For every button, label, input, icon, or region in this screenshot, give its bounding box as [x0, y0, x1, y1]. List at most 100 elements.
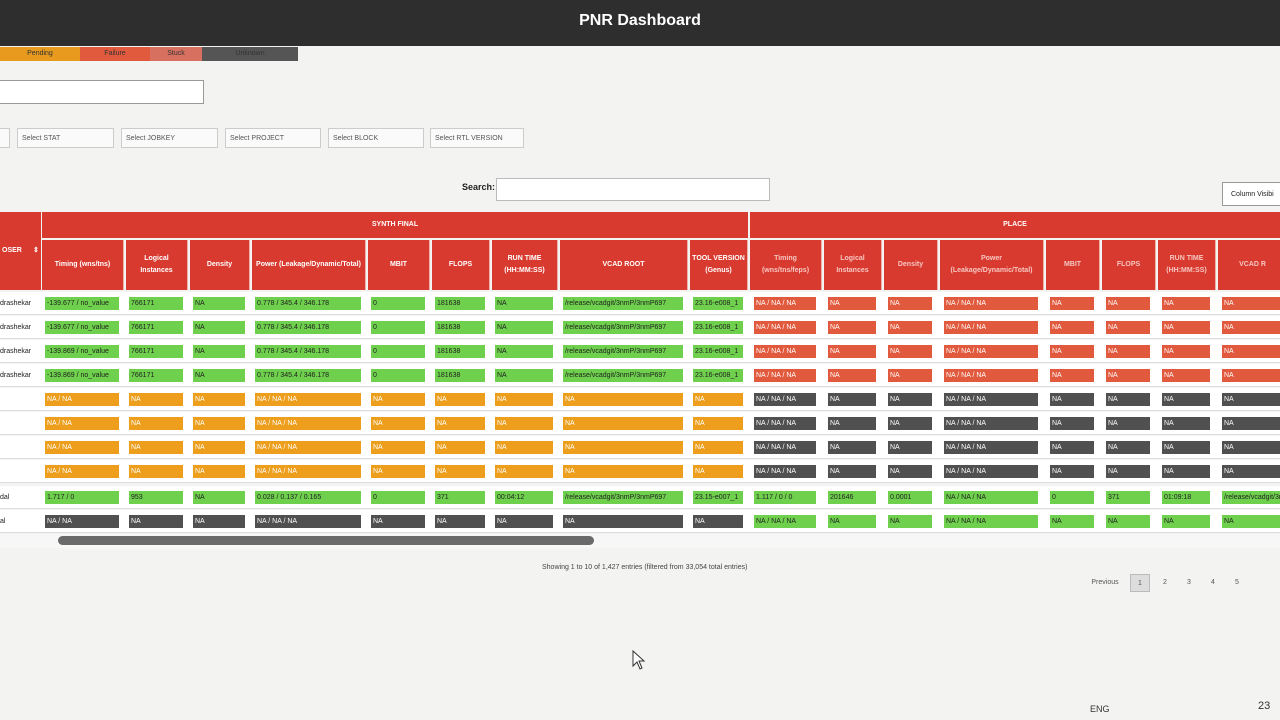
legend-pending: Pending — [0, 47, 80, 61]
place-cell: NA — [1222, 417, 1280, 430]
place-cell: NA / NA / NA — [754, 515, 816, 528]
synth-cell: /release/vcadgit/3nmP/3nmP697 — [563, 491, 683, 504]
place-cell: NA — [828, 369, 876, 382]
synth-cell: NA — [371, 393, 425, 406]
place-cell: NA — [1050, 321, 1094, 334]
user-cell: drashekar — [0, 372, 32, 379]
select-jobkey-dropdown[interactable]: Select JOBKEY — [121, 128, 218, 148]
place-cell: NA — [1106, 369, 1150, 382]
place-cell: NA — [1222, 441, 1280, 454]
synth-cell: NA — [693, 465, 743, 478]
synth-cell: NA / NA / NA — [255, 393, 361, 406]
synth-cell: NA — [495, 441, 553, 454]
synth-cell: NA — [193, 369, 245, 382]
select-rtl-version-dropdown[interactable]: Select RTL VERSION — [430, 128, 524, 148]
synth-cell: NA — [495, 369, 553, 382]
place-col-header-8[interactable]: VCAD R — [1218, 240, 1280, 290]
synth-cell: NA — [495, 345, 553, 358]
synth-cell: 1.717 / 0 — [45, 491, 119, 504]
search-input[interactable] — [496, 178, 770, 201]
place-cell: NA / NA / NA — [754, 321, 816, 334]
place-col-header-2[interactable]: Logical Instances — [824, 240, 882, 290]
place-col-header-1[interactable]: Timing (wns/tns/feps) — [750, 240, 822, 290]
place-col-header-7[interactable]: RUN TIME (HH:MM:SS) — [1158, 240, 1216, 290]
place-cell: NA / NA / NA — [754, 393, 816, 406]
place-cell: /release/vcadgit/3n — [1222, 491, 1280, 504]
synth-cell: NA / NA — [45, 441, 119, 454]
place-cell: NA — [1050, 345, 1094, 358]
synth-cell: NA / NA — [45, 417, 119, 430]
synth-cell: NA — [435, 441, 485, 454]
scrollbar-thumb[interactable] — [58, 536, 594, 545]
synth-col-header-9[interactable]: TOOL VERSION (Genus) — [690, 240, 748, 290]
synth-col-header-6[interactable]: FLOPS — [432, 240, 490, 290]
column-visibility-button[interactable]: Column Visibi — [1222, 182, 1280, 206]
place-cell: NA / NA / NA — [944, 417, 1038, 430]
synth-cell: NA — [435, 393, 485, 406]
synth-cell: NA — [193, 515, 245, 528]
place-cell: 01:09:18 — [1162, 491, 1210, 504]
place-col-header-3[interactable]: Density — [884, 240, 938, 290]
place-cell: NA / NA / NA — [754, 369, 816, 382]
filter-text-input[interactable] — [0, 80, 204, 104]
synth-cell: NA — [435, 417, 485, 430]
place-cell: NA — [888, 345, 932, 358]
place-cell: NA — [888, 321, 932, 334]
place-cell: NA — [1162, 465, 1210, 478]
place-col-header-6[interactable]: FLOPS — [1102, 240, 1156, 290]
filter-dropdown-partial[interactable] — [0, 128, 10, 148]
user-cell: al — [0, 518, 6, 525]
pagination-page-4[interactable]: 4 — [1204, 574, 1222, 592]
place-col-header-4[interactable]: Power (Leakage/Dynamic/Total) — [940, 240, 1044, 290]
place-cell: NA — [1050, 369, 1094, 382]
synth-col-header-1[interactable]: Timing (wns/tns) — [42, 240, 124, 290]
place-cell: NA — [828, 297, 876, 310]
place-cell: NA — [888, 393, 932, 406]
search-label: Search: — [462, 182, 496, 192]
place-cell: NA — [888, 369, 932, 382]
select-stat-dropdown[interactable]: Select STAT — [17, 128, 114, 148]
pagination-page-2[interactable]: 2 — [1156, 574, 1174, 592]
synth-col-header-5[interactable]: MBIT — [368, 240, 430, 290]
pagination-page-3[interactable]: 3 — [1180, 574, 1198, 592]
pagination-page-5[interactable]: 5 — [1228, 574, 1246, 592]
synth-cell: /release/vcadgit/3nmP/3nmP697 — [563, 345, 683, 358]
pagination-previous[interactable]: Previous — [1088, 574, 1122, 592]
synth-final-group-header: SYNTH FINAL — [42, 212, 748, 238]
place-cell: NA / NA / NA — [754, 297, 816, 310]
user-column-header[interactable]: OSER ⇕ — [0, 212, 41, 290]
synth-cell: NA — [129, 441, 183, 454]
synth-cell: 0 — [371, 321, 425, 334]
synth-cell: 0 — [371, 297, 425, 310]
select-block-dropdown[interactable]: Select BLOCK — [328, 128, 424, 148]
select-project-dropdown[interactable]: Select PROJECT — [225, 128, 321, 148]
synth-cell: NA / NA — [45, 465, 119, 478]
place-cell: NA — [1050, 515, 1094, 528]
place-cell: NA / NA / NA — [754, 465, 816, 478]
synth-cell: 181638 — [435, 321, 485, 334]
synth-col-header-3[interactable]: Density — [190, 240, 250, 290]
legend-failure: Failure — [80, 47, 150, 61]
synth-cell: NA / NA — [45, 393, 119, 406]
synth-cell: NA — [371, 417, 425, 430]
place-cell: 1.117 / 0 / 0 — [754, 491, 816, 504]
synth-cell: NA / NA / NA — [255, 515, 361, 528]
place-cell: NA — [1050, 393, 1094, 406]
synth-cell: 23.15-e007_1 — [693, 491, 743, 504]
place-col-header-5[interactable]: MBIT — [1046, 240, 1100, 290]
synth-col-header-8[interactable]: VCAD ROOT — [560, 240, 688, 290]
pagination-page-1[interactable]: 1 — [1130, 574, 1150, 592]
synth-col-header-2[interactable]: Logical Instances — [126, 240, 188, 290]
user-header-label: OSER — [2, 247, 22, 254]
synth-cell: NA — [193, 441, 245, 454]
synth-cell: NA — [495, 515, 553, 528]
synth-cell: 0 — [371, 491, 425, 504]
synth-col-header-4[interactable]: Power (Leakage/Dynamic/Total) — [252, 240, 366, 290]
synth-cell: 0.778 / 345.4 / 346.178 — [255, 345, 361, 358]
place-cell: NA — [1162, 417, 1210, 430]
synth-cell: 23.16-e008_1 — [693, 345, 743, 358]
place-cell: NA — [1050, 465, 1094, 478]
synth-cell: NA — [129, 393, 183, 406]
synth-cell: NA — [193, 417, 245, 430]
synth-col-header-7[interactable]: RUN TIME (HH:MM:SS) — [492, 240, 558, 290]
